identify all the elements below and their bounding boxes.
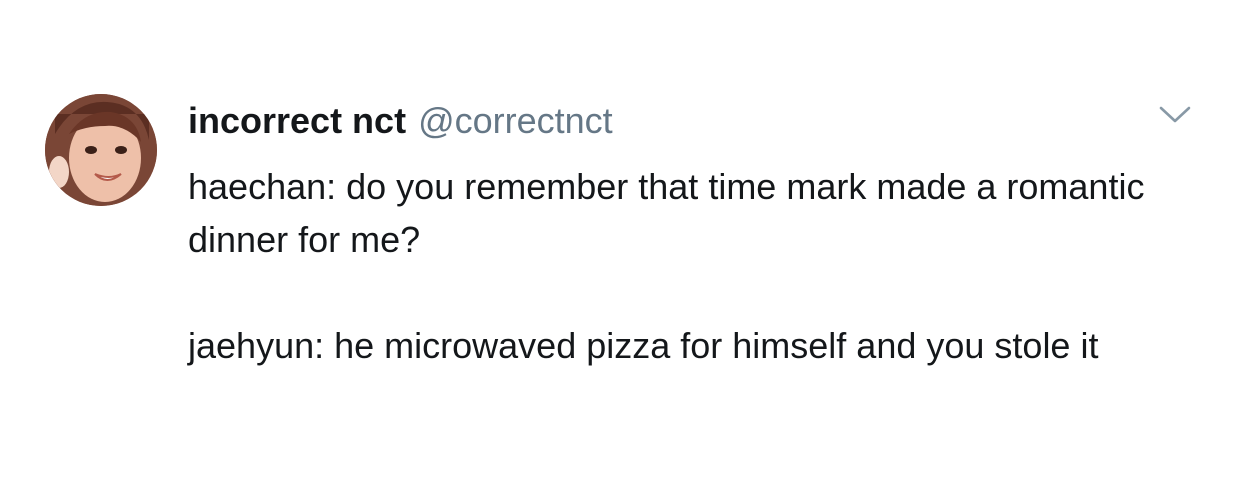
tweet-paragraph: jaehyun: he microwaved pizza for himself…: [188, 325, 1099, 366]
tweet-header: incorrect nct @correctnct: [188, 100, 613, 142]
chevron-down-icon[interactable]: [1158, 104, 1192, 126]
author-handle[interactable]: @correctnct: [418, 100, 613, 142]
author-display-name[interactable]: incorrect nct: [188, 100, 406, 142]
avatar[interactable]: [45, 94, 157, 206]
avatar-image: [45, 94, 157, 206]
tweet-paragraph: haechan: do you remember that time mark …: [188, 166, 1145, 260]
tweet-text: haechan: do you remember that time mark …: [188, 160, 1198, 372]
tweet-card: incorrect nct @correctnct haechan: do yo…: [0, 0, 1242, 494]
